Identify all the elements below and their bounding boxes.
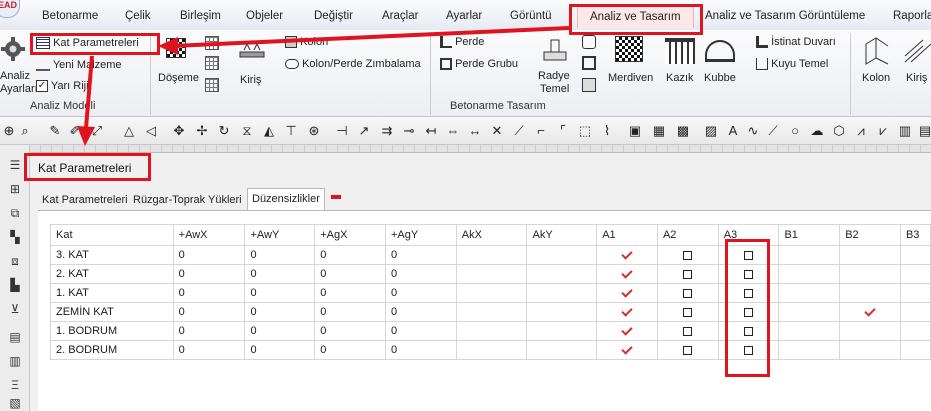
annotation-arrow-head-1	[158, 37, 178, 55]
annotation-arrow-line-2	[84, 55, 94, 129]
annotation-arrow-head-2	[77, 126, 95, 146]
annotation-arrows	[77, 26, 570, 146]
annotation-arrow-line-1	[172, 26, 570, 48]
